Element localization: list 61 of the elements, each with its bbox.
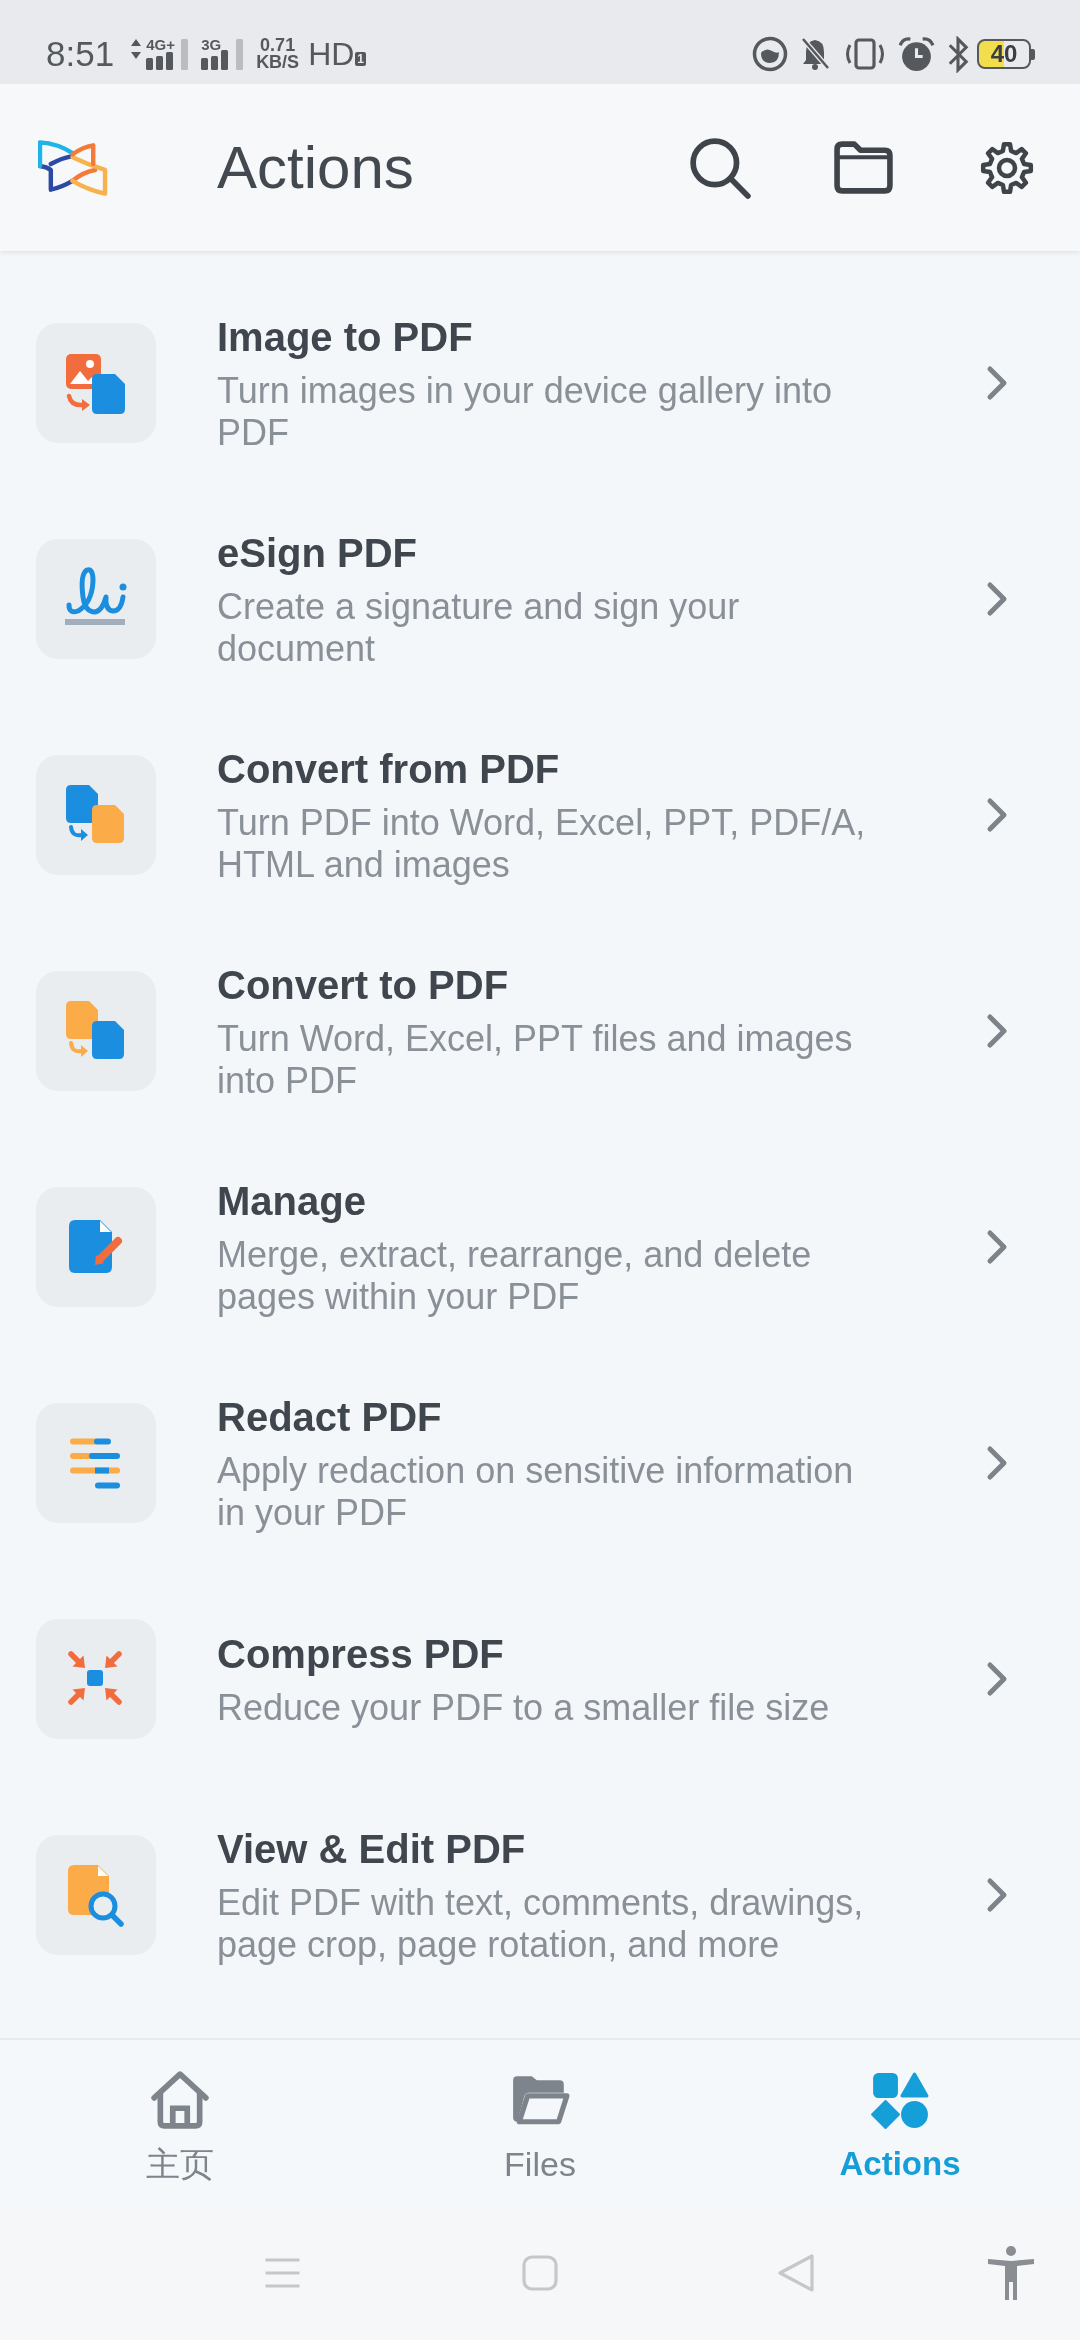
action-title[interactable]: Image to PDF: [217, 312, 883, 362]
action-description: Apply redaction on sensitive information in your PDF: [217, 1450, 855, 1534]
hd-label: HD: [308, 36, 355, 72]
battery-indicator: 40: [977, 39, 1035, 69]
chevron-right-icon: [986, 1445, 1008, 1481]
compress-arrows-icon: [36, 1619, 156, 1739]
menu-icon[interactable]: [264, 2257, 301, 2289]
text-lines-icon: [36, 1403, 156, 1523]
nav-tab[interactable]: 主页: [146, 2070, 214, 2184]
chevron-right-icon: [986, 1661, 1008, 1697]
documents-convert-icon: [36, 755, 156, 875]
vibrate-icon: [843, 38, 887, 70]
action-description: Reduce your PDF to a smaller file size: [217, 1687, 831, 1729]
signature-icon: [36, 539, 156, 659]
document-edit-icon: [36, 1187, 156, 1307]
action-description: Merge, extract, rearrange, and delete pages within your PDF: [217, 1234, 813, 1318]
image-convert-icon: [36, 323, 156, 443]
app-logo-icon: [38, 138, 108, 197]
network-speed-unit: KB/S: [256, 54, 300, 71]
data-arrows-icon: [131, 39, 142, 59]
chevron-right-icon: [986, 797, 1008, 833]
search-icon[interactable]: [689, 136, 751, 199]
network-type-label: 4G+: [146, 36, 175, 53]
bluetooth-icon: [946, 35, 970, 73]
document-search-icon: [36, 1835, 156, 1955]
action-description: Turn Word, Excel, PPT files and images into PDF: [217, 1018, 854, 1102]
chevron-right-icon: [986, 581, 1008, 617]
chevron-right-icon: [986, 1229, 1008, 1265]
action-description: Create a signature and sign your document: [217, 586, 741, 670]
nav-tab[interactable]: Files: [504, 2070, 576, 2184]
action-title[interactable]: Manage: [217, 1176, 883, 1226]
action-description: Turn PDF into Word, Excel, PPT, PDF/A, HTML and images: [217, 802, 867, 886]
page-title: Actions: [217, 133, 414, 202]
documents-convert-icon: [36, 971, 156, 1091]
folder-icon[interactable]: [833, 141, 894, 194]
action-title[interactable]: Compress PDF: [217, 1629, 883, 1679]
shapes-icon: [870, 2070, 930, 2130]
network-type-label: 3G: [201, 36, 222, 53]
network-speed-value: 0.71: [260, 37, 296, 54]
action-title[interactable]: View & Edit PDF: [217, 1824, 883, 1874]
settings-icon[interactable]: [980, 140, 1034, 195]
alarm-clock-icon: [898, 35, 935, 73]
house-icon: [150, 2070, 210, 2130]
eye-comfort-icon: [752, 36, 788, 72]
action-description: Edit PDF with text, comments, drawings, page crop, page rotation, and more: [217, 1882, 865, 1966]
home-square-icon[interactable]: [522, 2255, 558, 2291]
action-title[interactable]: Redact PDF: [217, 1392, 883, 1442]
accessibility-icon[interactable]: [987, 2246, 1035, 2300]
back-triangle-icon[interactable]: [777, 2253, 815, 2293]
action-title[interactable]: Convert from PDF: [217, 744, 883, 794]
action-title[interactable]: Convert to PDF: [217, 960, 883, 1010]
signal-icon: [146, 38, 191, 70]
action-description: Turn images in your device gallery into PDF: [217, 370, 833, 454]
sim-badge: 1: [355, 52, 367, 66]
action-title[interactable]: eSign PDF: [217, 528, 883, 578]
chevron-right-icon: [986, 1877, 1008, 1913]
status-time: 8:51: [46, 34, 115, 74]
signal-icon: [201, 38, 246, 70]
chevron-right-icon: [986, 1013, 1008, 1049]
bell-off-icon: [800, 37, 830, 71]
chevron-right-icon: [986, 365, 1008, 401]
